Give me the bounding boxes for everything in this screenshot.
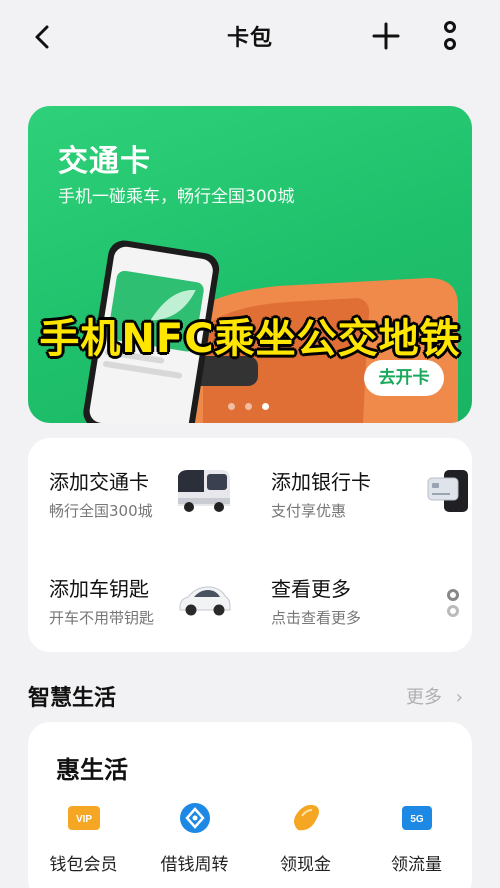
- top-bar: 卡包: [0, 0, 500, 76]
- section-more-label: 更多: [406, 687, 442, 708]
- service-label: 领现金: [280, 855, 331, 875]
- open-card-button[interactable]: 去开卡: [364, 360, 444, 396]
- add-transit-card-desc: 畅行全国300城: [49, 502, 153, 520]
- car-icon: [179, 586, 231, 616]
- add-bank-card-desc: 支付享优惠: [271, 502, 347, 520]
- service-cash[interactable]: 领现金: [250, 800, 361, 888]
- carousel-dot: [228, 403, 235, 410]
- add-card-panel: 添加交通卡 畅行全国300城 添加银行卡 支付享优惠 添加车钥匙 开车不用带钥匙…: [28, 438, 472, 652]
- benefits-card: 惠生活 VIP 钱包会员 借钱周转 领现金 5G 领流量: [28, 722, 472, 888]
- add-bank-card-label: 添加银行卡: [271, 470, 371, 494]
- view-more-cards[interactable]: 查看更多 点击查看更多: [250, 545, 472, 652]
- vip-icon: VIP: [68, 806, 100, 830]
- service-data-traffic[interactable]: 5G 领流量: [361, 800, 472, 888]
- cash-bean-icon: [294, 804, 319, 831]
- carousel-dot-active: [262, 403, 269, 410]
- carousel-indicator: [228, 403, 269, 410]
- video-caption: 手机NFC乘坐公交地铁: [39, 316, 461, 362]
- svg-text:5G: 5G: [410, 814, 424, 825]
- chevron-right-icon: ›: [455, 687, 463, 708]
- plus-icon[interactable]: [370, 20, 402, 52]
- service-label: 钱包会员: [49, 855, 118, 875]
- more-dots-icon: [447, 589, 459, 617]
- vertical-more-icon[interactable]: [436, 20, 464, 54]
- service-label: 领流量: [391, 855, 442, 875]
- add-car-key-label: 添加车钥匙: [49, 577, 149, 601]
- loan-icon: [180, 803, 210, 833]
- service-wallet-vip[interactable]: VIP 钱包会员: [28, 800, 139, 888]
- sim-5g-icon: 5G: [402, 806, 432, 830]
- bank-card-icon: [427, 470, 468, 512]
- banner-subtitle: 手机一碰乘车，畅行全国300城: [58, 187, 295, 207]
- add-bank-card[interactable]: 添加银行卡 支付享优惠: [250, 438, 472, 545]
- add-transit-card[interactable]: 添加交通卡 畅行全国300城: [28, 438, 250, 545]
- add-car-key-desc: 开车不用带钥匙: [49, 609, 155, 627]
- bus-icon: [178, 470, 230, 512]
- view-more-label: 查看更多: [271, 577, 351, 601]
- carousel-dot: [245, 403, 252, 410]
- section-more-link[interactable]: 更多 ›: [406, 683, 463, 709]
- transit-card-banner[interactable]: 交通卡 手机一碰乘车，畅行全国300城 手机NFC乘坐公交地铁 去开卡: [28, 106, 472, 423]
- add-transit-card-label: 添加交通卡: [49, 470, 149, 494]
- add-car-key[interactable]: 添加车钥匙 开车不用带钥匙: [28, 545, 250, 652]
- view-more-desc: 点击查看更多: [271, 609, 362, 627]
- benefits-title: 惠生活: [56, 756, 128, 784]
- banner-title: 交通卡: [58, 144, 151, 179]
- section-title: 智慧生活: [28, 686, 117, 711]
- svg-text:VIP: VIP: [76, 814, 92, 825]
- service-label: 借钱周转: [160, 855, 229, 875]
- service-loan[interactable]: 借钱周转: [139, 800, 250, 888]
- page-title: 卡包: [226, 26, 273, 51]
